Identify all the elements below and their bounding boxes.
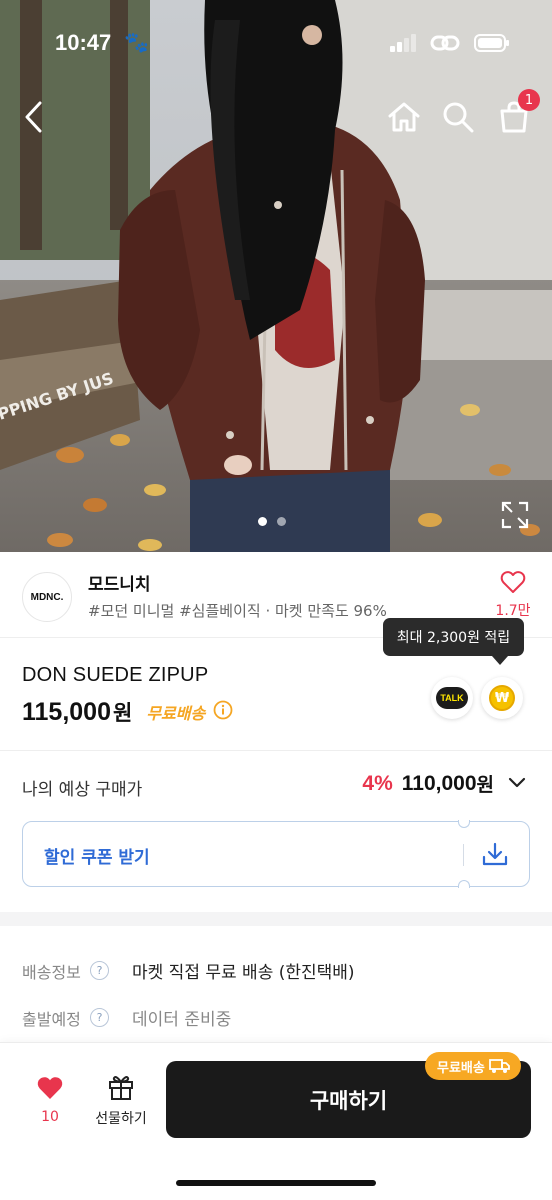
kakao-talk-button[interactable]: TALK	[431, 677, 473, 719]
heart-outline-icon	[500, 571, 526, 593]
home-icon	[388, 102, 420, 132]
chevron-down-icon	[508, 774, 526, 793]
shop-tags: #모던 미니멀 #심플베이직 · 마켓 만족도 96%	[88, 602, 387, 620]
info-icon[interactable]	[213, 700, 233, 724]
gift-button[interactable]: 선물하기	[88, 1073, 154, 1128]
help-icon[interactable]: ?	[90, 961, 109, 980]
signal-icon	[390, 34, 416, 52]
carousel-dot-active	[258, 517, 267, 526]
departure-info-key: 출발예정	[22, 1009, 81, 1029]
home-indicator	[176, 1180, 376, 1186]
paw-icon: 🐾	[124, 30, 149, 54]
expected-price-label: 나의 예상 구매가	[22, 780, 143, 800]
point-reward-button[interactable]: ₩	[481, 677, 523, 719]
expected-price: 110,000	[401, 771, 477, 795]
fullscreen-button[interactable]	[500, 500, 530, 530]
coupon-separator	[463, 844, 464, 866]
talk-icon: TALK	[436, 687, 468, 709]
product-price: 115,000	[22, 697, 111, 726]
shop-name[interactable]: 모드니치	[88, 570, 151, 595]
shipping-info-value: 마켓 직접 무료 배송 (한진택배)	[132, 963, 355, 983]
download-icon	[482, 842, 508, 870]
status-icons	[390, 33, 510, 53]
free-shipping-badge-label: 무료배송	[437, 1060, 485, 1076]
coupon-notch	[458, 880, 470, 888]
wishlist-button[interactable]: 10	[30, 1075, 70, 1125]
product-name: DON SUEDE ZIPUP	[22, 664, 209, 686]
coupon-label: 할인 쿠폰 받기	[44, 848, 150, 868]
tooltip-arrow	[492, 656, 508, 665]
coupon-download-button[interactable]: 할인 쿠폰 받기	[22, 820, 530, 888]
search-button[interactable]	[436, 95, 480, 139]
price-unit: 원	[113, 701, 133, 725]
back-button[interactable]	[12, 95, 56, 139]
won-coin-icon: ₩	[489, 685, 515, 711]
shipping-info-key: 배송정보	[22, 962, 81, 982]
departure-info-value: 데이터 준비중	[132, 1010, 232, 1030]
carousel-indicator	[258, 517, 286, 526]
home-button[interactable]	[382, 95, 426, 139]
cart-button[interactable]: 1	[492, 89, 540, 139]
expected-discount: 4%	[362, 771, 393, 795]
status-time: 10:47	[55, 30, 112, 55]
expected-unit: 원	[476, 774, 494, 796]
help-icon[interactable]: ?	[90, 1008, 109, 1027]
shop-logo[interactable]: MDNC.	[22, 572, 72, 622]
battery-icon	[474, 34, 509, 52]
shop-like-count: 1.7만	[495, 603, 531, 619]
status-bar: 10:47 🐾	[0, 0, 552, 90]
link-icon	[430, 35, 460, 51]
expected-price-toggle[interactable]: 4% 110,000 원	[362, 770, 526, 797]
chevron-left-icon	[25, 101, 42, 133]
divider	[0, 750, 552, 751]
cart-count-badge: 1	[518, 89, 540, 111]
shop-like-button[interactable]: 1.7만	[494, 570, 532, 620]
search-icon	[443, 102, 474, 133]
truck-icon	[488, 1059, 510, 1073]
shipping-info-row: 배송정보 ? 마켓 직접 무료 배송 (한진택배)	[22, 958, 355, 983]
top-navigation: 1	[0, 89, 552, 145]
departure-info-row: 출발예정 ? 데이터 준비중	[22, 1005, 231, 1030]
expand-icon	[501, 501, 529, 529]
product-image-carousel[interactable]: PPING BY JUS 10:47 🐾 1	[0, 0, 552, 552]
reward-tooltip: 최대 2,300원 적립	[383, 618, 524, 656]
carousel-dot	[277, 517, 286, 526]
wishlist-count: 10	[41, 1109, 59, 1125]
price-row: 115,000 원 무료배송	[22, 697, 233, 727]
bottom-action-bar: 10 선물하기 구매하기 무료배송	[0, 1042, 552, 1200]
heart-filled-icon	[37, 1077, 63, 1099]
coupon-notch	[458, 820, 470, 828]
free-shipping-label: 무료배송	[146, 704, 206, 723]
gift-label: 선물하기	[95, 1111, 147, 1127]
gift-icon	[109, 1076, 133, 1100]
free-shipping-badge: 무료배송	[425, 1052, 521, 1080]
section-separator	[0, 912, 552, 926]
